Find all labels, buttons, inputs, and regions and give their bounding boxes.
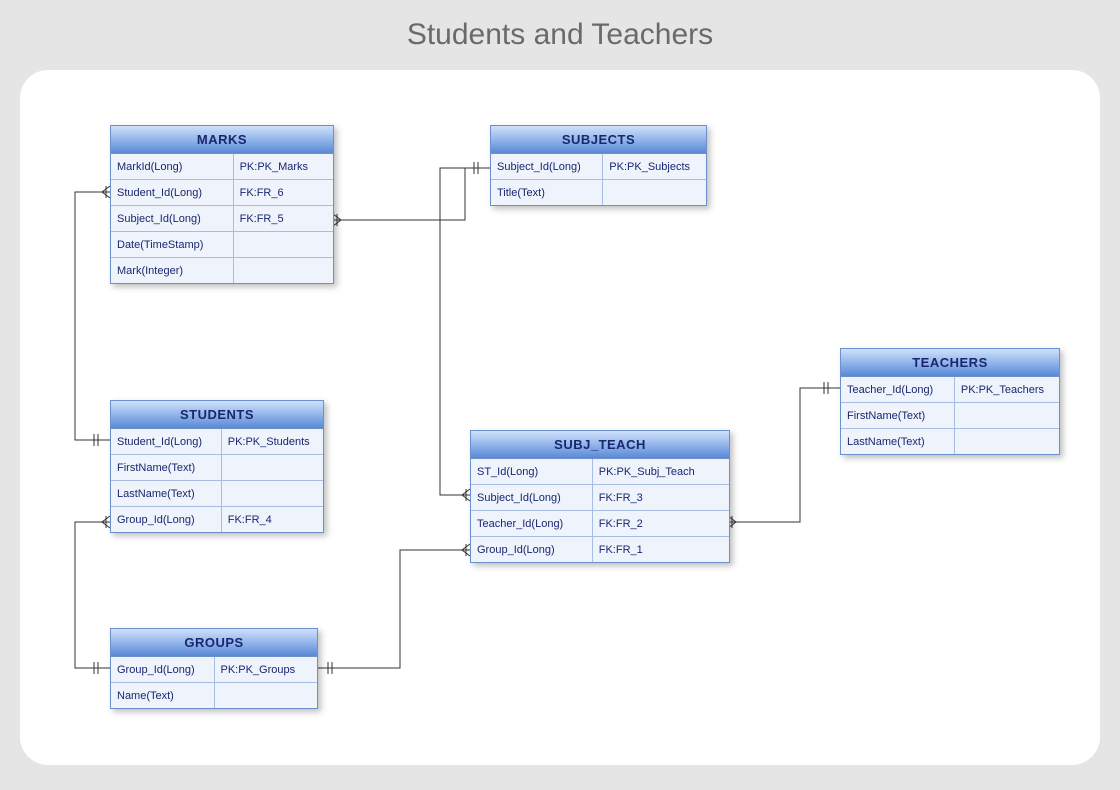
entity-header: TEACHERS [841, 349, 1059, 377]
entity-groups: GROUPS Group_Id(Long)PK:PK_Groups Name(T… [110, 628, 318, 709]
table-row: Subject_Id(Long)FK:FR_3 [471, 485, 729, 511]
table-row: Teacher_Id(Long)PK:PK_Teachers [841, 377, 1059, 403]
entity-subj-teach: SUBJ_TEACH ST_Id(Long)PK:PK_Subj_Teach S… [470, 430, 730, 563]
table-row: Group_Id(Long)FK:FR_4 [111, 507, 323, 533]
table-row: Date(TimeStamp) [111, 232, 333, 258]
diagram-title: Students and Teachers [0, 18, 1120, 52]
entity-teachers: TEACHERS Teacher_Id(Long)PK:PK_Teachers … [840, 348, 1060, 455]
table-row: Student_Id(Long)FK:FR_6 [111, 180, 333, 206]
entity-header: SUBJECTS [491, 126, 706, 154]
entity-subjects: SUBJECTS Subject_Id(Long)PK:PK_Subjects … [490, 125, 707, 206]
entity-marks: MARKS MarkId(Long)PK:PK_Marks Student_Id… [110, 125, 334, 284]
table-row: LastName(Text) [841, 429, 1059, 455]
table-row: Group_Id(Long)FK:FR_1 [471, 537, 729, 563]
table-row: Group_Id(Long)PK:PK_Groups [111, 657, 317, 683]
table-row: ST_Id(Long)PK:PK_Subj_Teach [471, 459, 729, 485]
entity-header: STUDENTS [111, 401, 323, 429]
table-row: Name(Text) [111, 683, 317, 709]
table-row: Title(Text) [491, 180, 706, 206]
table-row: Student_Id(Long)PK:PK_Students [111, 429, 323, 455]
table-row: FirstName(Text) [841, 403, 1059, 429]
table-row: MarkId(Long)PK:PK_Marks [111, 154, 333, 180]
entity-students: STUDENTS Student_Id(Long)PK:PK_Students … [110, 400, 324, 533]
diagram-canvas: MARKS MarkId(Long)PK:PK_Marks Student_Id… [20, 70, 1100, 765]
table-row: LastName(Text) [111, 481, 323, 507]
table-row: Teacher_Id(Long)FK:FR_2 [471, 511, 729, 537]
entity-header: SUBJ_TEACH [471, 431, 729, 459]
table-row: Mark(Integer) [111, 258, 333, 284]
table-row: Subject_Id(Long)FK:FR_5 [111, 206, 333, 232]
table-row: Subject_Id(Long)PK:PK_Subjects [491, 154, 706, 180]
entity-header: GROUPS [111, 629, 317, 657]
table-row: FirstName(Text) [111, 455, 323, 481]
entity-header: MARKS [111, 126, 333, 154]
